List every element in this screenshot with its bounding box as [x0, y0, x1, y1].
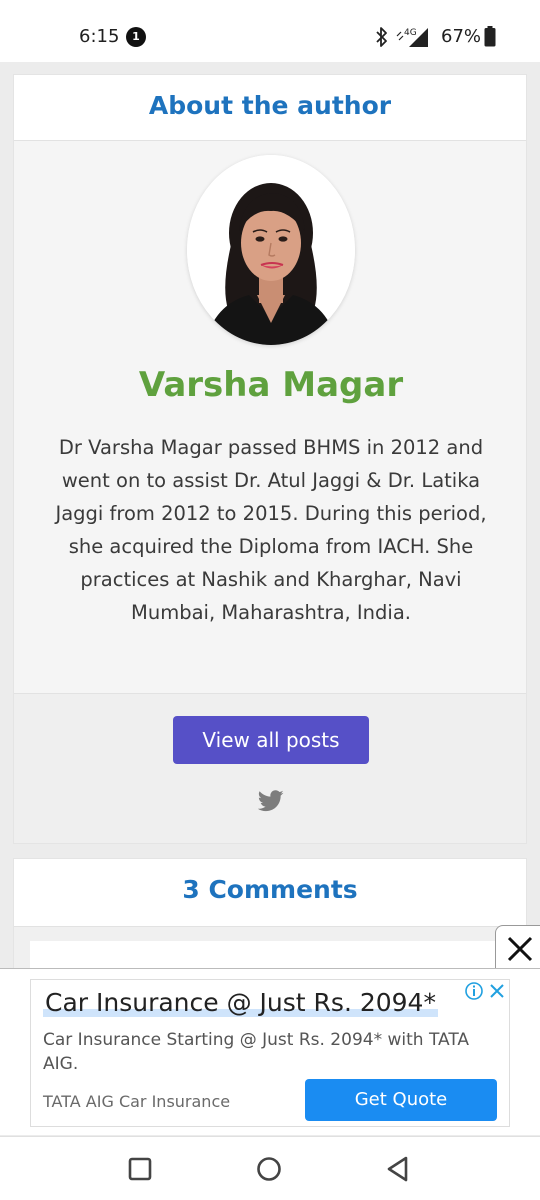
author-photo: [187, 155, 355, 345]
twitter-icon[interactable]: [258, 790, 284, 812]
get-quote-button[interactable]: Get Quote: [305, 1079, 497, 1121]
navigation-bar: [0, 1136, 540, 1200]
home-icon[interactable]: [255, 1155, 283, 1183]
author-card-footer: View all posts: [14, 693, 526, 843]
ad-title[interactable]: Car Insurance @ Just Rs. 2094*: [43, 988, 438, 1017]
ad-content[interactable]: Car Insurance @ Just Rs. 2094* Car Insur…: [30, 979, 510, 1127]
battery-icon: [484, 26, 496, 47]
author-bio: Dr Varsha Magar passed BHMS in 2012 and …: [55, 436, 487, 624]
ad-description: Car Insurance Starting @ Just Rs. 2094* …: [43, 1030, 470, 1074]
comments-card-header: 3 Comments: [14, 859, 526, 927]
ad-advertiser: TATA AIG Car Insurance: [43, 1092, 231, 1111]
status-bar: 6:15 1 4G 67%: [0, 0, 540, 62]
author-card: About the author Varsha Magar Dr Varsha …: [13, 74, 527, 844]
ad-close-button[interactable]: [495, 925, 540, 971]
author-name: Varsha Magar: [138, 365, 404, 405]
network-type: 4G: [404, 28, 417, 38]
battery-percent: 67%: [441, 26, 482, 47]
notification-badge: 1: [126, 27, 146, 47]
author-card-header: About the author: [14, 75, 526, 141]
signal-icon: 4G: [396, 28, 428, 47]
view-all-posts-button[interactable]: View all posts: [173, 716, 369, 764]
bluetooth-icon: [376, 27, 387, 47]
screen: 6:15 1 4G 67% About the author Varsha Ma…: [0, 0, 540, 1200]
comments-heading: 3 Comments: [182, 875, 358, 904]
back-icon[interactable]: [384, 1155, 412, 1183]
ad-choices-icon[interactable]: [463, 980, 509, 1002]
status-time: 6:15: [79, 26, 120, 47]
recent-apps-icon[interactable]: [126, 1155, 154, 1183]
author-avatar: [187, 155, 355, 345]
close-icon: [507, 936, 533, 962]
ad-banner: Car Insurance @ Just Rs. 2094* Car Insur…: [0, 968, 540, 1135]
author-section-heading: About the author: [148, 91, 392, 120]
